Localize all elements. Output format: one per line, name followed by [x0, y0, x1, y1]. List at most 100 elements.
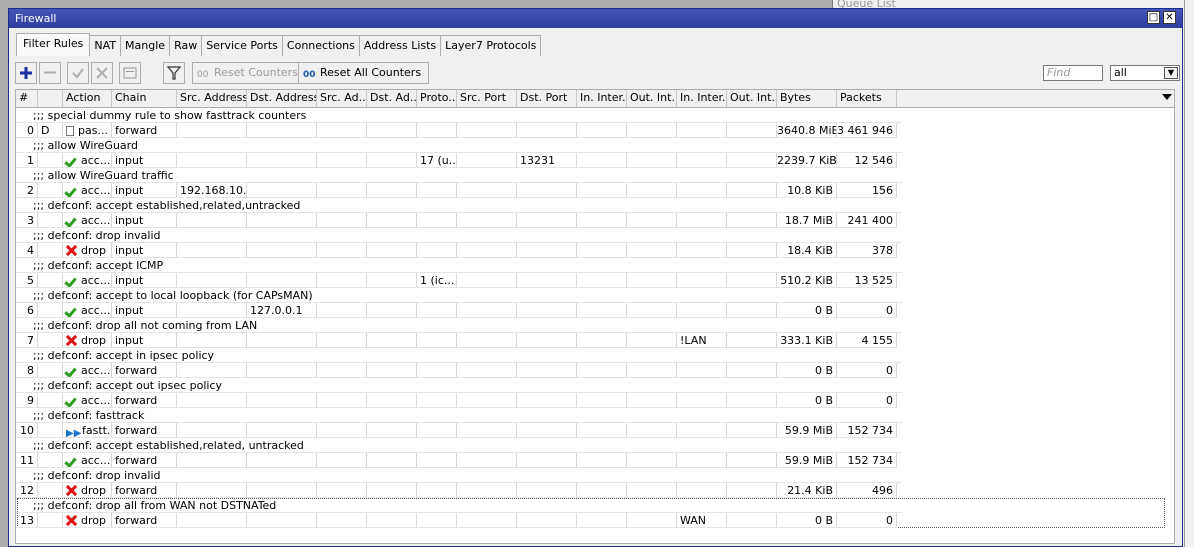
column-header[interactable]	[38, 90, 63, 107]
cell-flag	[38, 153, 63, 168]
tab-nat[interactable]: NAT	[89, 35, 122, 56]
rule-comment[interactable]: ;;; defconf: fasttrack	[16, 408, 902, 423]
table-row[interactable]: 2 acc... input 192.168.10... 10.8 KiB 156	[16, 183, 902, 198]
column-header[interactable]: Src. Address	[177, 90, 247, 107]
cell-action: drop	[63, 483, 112, 498]
tab-service-ports[interactable]: Service Ports	[201, 35, 283, 56]
cell-empty	[317, 273, 367, 288]
tab-address-lists[interactable]: Address Lists	[358, 35, 442, 56]
rule-comment[interactable]: ;;; defconf: drop invalid	[16, 228, 902, 243]
cell-empty	[577, 363, 627, 378]
rule-comment[interactable]: ;;; defconf: accept to local loopback (f…	[16, 288, 902, 303]
rule-comment[interactable]: ;;; defconf: accept established,related,…	[16, 198, 902, 213]
tab-mangle[interactable]: Mangle	[120, 35, 171, 56]
cell-flag	[38, 273, 63, 288]
cell-bytes: 333.1 KiB	[777, 333, 837, 348]
table-row[interactable]: 6 acc... input 127.0.0.1 0 B0	[16, 303, 902, 318]
cell-action: ▶▶fastt...	[63, 423, 112, 438]
column-header[interactable]: Packets	[837, 90, 897, 107]
rule-comment[interactable]: ;;; defconf: drop all from WAN not DSTNA…	[16, 498, 902, 513]
table-row[interactable]: 8 acc... forward 0 B0	[16, 363, 902, 378]
column-menu-icon[interactable]	[1162, 94, 1172, 100]
cell-dst-port	[517, 393, 577, 408]
rule-comment[interactable]: ;;; allow WireGuard traffic	[16, 168, 902, 183]
cell-flag	[38, 243, 63, 258]
table-row[interactable]: 11 acc... forward 59.9 MiB 152 734	[16, 453, 902, 468]
cell-empty	[317, 483, 367, 498]
cell-proto: 1 (ic...	[417, 273, 457, 288]
column-header[interactable]: In. Inter...	[577, 90, 627, 107]
cell-packets: 378	[837, 243, 897, 258]
maximize-button[interactable]: □	[1147, 11, 1160, 24]
column-header[interactable]: Chain	[112, 90, 177, 107]
column-header[interactable]: Dst. Address	[247, 90, 317, 107]
cell-num: 7	[16, 333, 38, 348]
table-row[interactable]: 5 acc... input 1 (ic... 510.2 KiB 13 525	[16, 273, 902, 288]
column-header[interactable]: In. Inter...	[677, 90, 727, 107]
cell-dst	[247, 213, 317, 228]
rule-comment[interactable]: ;;; defconf: accept ICMP	[16, 258, 902, 273]
rule-comment[interactable]: ;;; allow WireGuard	[16, 138, 902, 153]
rule-comment[interactable]: ;;; defconf: drop all not coming from LA…	[16, 318, 902, 333]
table-row[interactable]: 7 drop input !LAN 333.1 KiB 4 155	[16, 333, 902, 348]
rule-comment[interactable]: ;;; defconf: accept out ipsec policy	[16, 378, 902, 393]
cell-proto	[417, 393, 457, 408]
reset-all-counters-label: Reset All Counters	[320, 66, 422, 79]
table-row[interactable]: 4 drop input 18.4 KiB 378	[16, 243, 902, 258]
table-row[interactable]: 12 drop forward 21.4 KiB 496	[16, 483, 902, 498]
cell-empty	[627, 183, 677, 198]
close-button[interactable]: ✕	[1163, 11, 1176, 24]
cell-empty	[577, 213, 627, 228]
column-header[interactable]: #	[16, 90, 38, 107]
column-header[interactable]: Src. Ad...	[317, 90, 367, 107]
cell-dst	[247, 363, 317, 378]
tab-layer7-protocols[interactable]: Layer7 Protocols	[440, 35, 542, 56]
column-header[interactable]: Dst. Port	[517, 90, 577, 107]
table-row[interactable]: 0 Dpas... forward 3640.8 MiB 3 461 946	[16, 123, 902, 138]
reset-counters-button[interactable]: 00 Reset Counters	[192, 62, 306, 84]
column-header[interactable]: Proto...	[417, 90, 457, 107]
column-header[interactable]: Src. Port	[457, 90, 517, 107]
action-label: acc...	[81, 364, 111, 377]
cell-flag	[38, 423, 63, 438]
reset-all-counters-button[interactable]: 00 Reset All Counters	[298, 62, 430, 84]
add-button[interactable]	[15, 62, 37, 84]
enable-button[interactable]	[67, 62, 89, 84]
rule-comment[interactable]: ;;; special dummy rule to show fasttrack…	[16, 108, 902, 123]
cell-num: 8	[16, 363, 38, 378]
drop-icon	[66, 245, 77, 256]
cell-packets: 12 546	[837, 153, 897, 168]
cell-dst	[247, 393, 317, 408]
tab-connections[interactable]: Connections	[281, 35, 360, 56]
column-header[interactable]: Bytes	[777, 90, 837, 107]
tab-filter-rules[interactable]: Filter Rules	[16, 33, 91, 56]
cell-action: acc...	[63, 363, 112, 378]
rule-comment[interactable]: ;;; defconf: accept in ipsec policy	[16, 348, 902, 363]
column-header[interactable]: Out. Int...	[727, 90, 777, 107]
column-header[interactable]: Out. Int...	[627, 90, 677, 107]
rule-comment[interactable]: ;;; defconf: accept established,related,…	[16, 438, 902, 453]
find-input[interactable]: Find	[1043, 65, 1103, 81]
disable-button[interactable]	[91, 62, 113, 84]
column-header[interactable]: Dst. Ad...	[367, 90, 417, 107]
cell-packets: 4 155	[837, 333, 897, 348]
window-titlebar[interactable]: Firewall □ ✕	[9, 9, 1182, 28]
column-header[interactable]: Action	[63, 90, 112, 107]
comment-button[interactable]	[119, 62, 141, 84]
reset-all-counters-icon: 00	[303, 70, 315, 79]
table-row[interactable]: 9 acc... forward 0 B0	[16, 393, 902, 408]
cell-in-list: !LAN	[677, 333, 727, 348]
cell-flag	[38, 303, 63, 318]
table-row[interactable]: 13 drop forward WAN 0 B0	[16, 513, 902, 528]
cell-action: acc...	[63, 393, 112, 408]
cell-bytes: 510.2 KiB	[777, 273, 837, 288]
remove-button[interactable]	[39, 62, 61, 84]
table-row[interactable]: 1 acc... input 17 (u... 13231 2239.7 KiB 12 54…	[16, 153, 902, 168]
table-row[interactable]: 3 acc... input 18.7 MiB 241 400	[16, 213, 902, 228]
table-row[interactable]: 10 ▶▶fastt...forward 59.9 MiB152 734	[16, 423, 902, 438]
tab-raw[interactable]: Raw	[169, 35, 203, 56]
filter-select[interactable]: all ▼	[1110, 65, 1180, 81]
filter-button[interactable]	[163, 62, 185, 84]
cell-flag	[38, 363, 63, 378]
rule-comment[interactable]: ;;; defconf: drop invalid	[16, 468, 902, 483]
